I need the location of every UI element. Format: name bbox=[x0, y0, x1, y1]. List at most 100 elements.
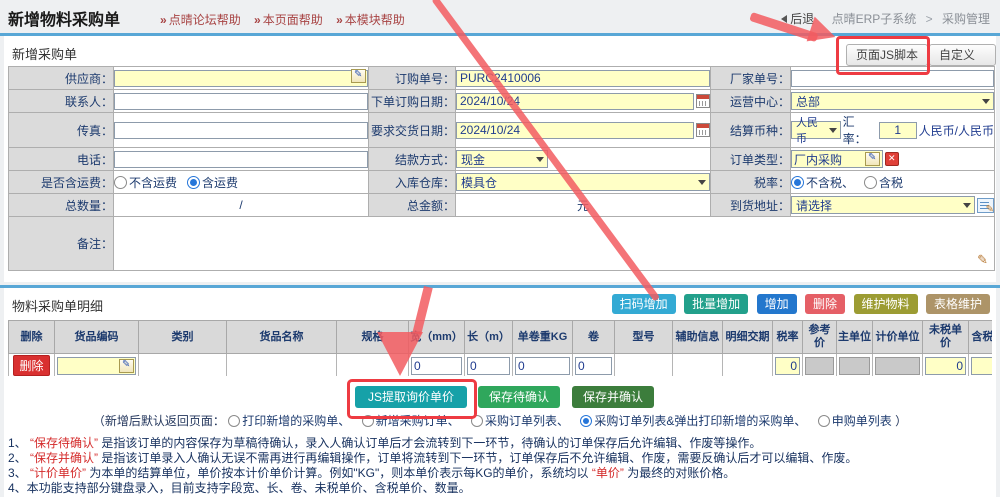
chevron-down-icon bbox=[982, 99, 990, 104]
breadcrumb: 后退 点晴ERP子系统 > 采购管理 bbox=[781, 10, 990, 27]
chevrons-icon: » bbox=[160, 13, 167, 27]
lookup-icon[interactable] bbox=[119, 359, 134, 373]
warehouse-select[interactable]: 模具仓 bbox=[456, 173, 710, 191]
lookup-icon[interactable] bbox=[351, 69, 366, 83]
detail-table-wrap: 删除 货品编码 类别 货品名称 规格 宽（mm） 长（m） 单卷重KG 卷 型号… bbox=[8, 320, 992, 376]
col-rolls: 卷 bbox=[573, 321, 615, 354]
order-date-label: 下单订购日期： bbox=[369, 90, 456, 113]
save-pending-button[interactable]: 保存待确认 bbox=[478, 386, 560, 408]
header: 新增物料采购单 »点晴论坛帮助 »本页面帮助 »本模块帮助 后退 点晴ERP子系… bbox=[0, 0, 1000, 33]
remark-textarea[interactable] bbox=[114, 218, 994, 266]
fax-label: 传真： bbox=[9, 113, 114, 148]
roll-weight-input[interactable] bbox=[515, 357, 570, 375]
lookup-icon[interactable] bbox=[865, 152, 880, 166]
col-ref-price: 参考价 bbox=[803, 321, 837, 354]
table-maintain-button[interactable]: 表格维护 bbox=[926, 294, 990, 314]
total-qty-value: / bbox=[114, 198, 368, 212]
untaxed-price-input[interactable] bbox=[925, 357, 966, 375]
op-center-label: 运营中心： bbox=[711, 90, 791, 113]
address-select[interactable]: 请选择 bbox=[791, 196, 975, 214]
width-input[interactable] bbox=[411, 357, 462, 375]
row-delete-button[interactable]: 删除 bbox=[13, 355, 49, 376]
js-extract-price-button[interactable]: JS提取询价单价 bbox=[355, 386, 467, 408]
currency-label: 结算币种： bbox=[711, 113, 791, 148]
custom-form-button[interactable]: 自定义表单 bbox=[929, 44, 996, 66]
freight-radio-include[interactable] bbox=[187, 176, 200, 189]
return-suffix: ） bbox=[895, 414, 907, 428]
total-qty-label: 总数量： bbox=[9, 194, 114, 217]
footnotes: 1、 “保存待确认” 是指该订单的内容保存为草稿待确认，录入人确认订单后才会流转… bbox=[8, 436, 857, 496]
add-button[interactable]: 增加 bbox=[757, 294, 797, 314]
tax-rate-input[interactable] bbox=[775, 357, 800, 375]
item-name-cell bbox=[227, 354, 337, 377]
taxed-price-input[interactable] bbox=[971, 357, 992, 375]
form-row-4: 电话： 结款方式： 现金 订单类型： 厂内采购 bbox=[9, 148, 995, 171]
form-row-2: 联系人： 下单订购日期： 运营中心： 总部 bbox=[9, 90, 995, 113]
rate-input[interactable] bbox=[879, 122, 917, 139]
tax-radio-include[interactable] bbox=[864, 176, 877, 189]
breadcrumb-system[interactable]: 点晴ERP子系统 bbox=[832, 12, 917, 26]
calendar-icon[interactable] bbox=[696, 123, 710, 137]
help-link-page[interactable]: 本页面帮助 bbox=[263, 13, 323, 27]
contact-label: 联系人： bbox=[9, 90, 114, 113]
page-js-script-button[interactable]: 页面JS脚本 bbox=[846, 44, 928, 66]
detail-toolbar: 扫码增加 批量增加 增加 删除 维护物料 表格维护 bbox=[608, 294, 990, 314]
rolls-input[interactable] bbox=[575, 357, 612, 375]
maintain-material-button[interactable]: 维护物料 bbox=[854, 294, 918, 314]
return-radio-order-list[interactable] bbox=[471, 415, 483, 427]
detail-table: 删除 货品编码 类别 货品名称 规格 宽（mm） 长（m） 单卷重KG 卷 型号… bbox=[8, 320, 992, 376]
contact-input[interactable] bbox=[114, 93, 368, 110]
op-center-select[interactable]: 总部 bbox=[791, 92, 994, 110]
pencil-icon[interactable]: ✎ bbox=[977, 252, 988, 268]
payment-label: 结款方式： bbox=[369, 148, 456, 171]
back-button[interactable]: 后退 bbox=[781, 12, 814, 26]
form-row-remark: 备注： ✎ bbox=[9, 217, 995, 271]
order-form-panel: 新增采购单 页面JS脚本 自定义表单 供应商： 订购单号： 厂家单号： 联系人：… bbox=[4, 36, 996, 282]
calendar-icon[interactable] bbox=[696, 94, 710, 108]
delivery-date-label: 要求交货日期： bbox=[369, 113, 456, 148]
help-link-forum[interactable]: 点晴论坛帮助 bbox=[169, 13, 241, 27]
footnote-4: 4、本功能支持部分键盘录入，目前支持字段宽、长、卷、未税单价、含税单价、数量。 bbox=[8, 481, 857, 496]
form-row-3: 传真： 要求交货日期： 结算币种： 人民币 汇率： 人民币/人民币 bbox=[9, 113, 995, 148]
col-item-name: 货品名称 bbox=[227, 321, 337, 354]
order-no-label: 订购单号： bbox=[369, 67, 456, 90]
currency-select[interactable]: 人民币 bbox=[791, 121, 841, 139]
back-arrow-icon bbox=[781, 15, 787, 23]
category-cell bbox=[139, 354, 227, 377]
factory-no-input[interactable] bbox=[791, 70, 994, 87]
payment-select[interactable]: 现金 bbox=[456, 150, 548, 168]
help-link-module[interactable]: 本模块帮助 bbox=[345, 13, 405, 27]
return-radio-list-and-print[interactable] bbox=[580, 415, 592, 427]
pricing-unit-cell bbox=[875, 357, 920, 375]
return-radio-print[interactable] bbox=[228, 415, 240, 427]
tax-radio-exclude[interactable] bbox=[791, 176, 804, 189]
col-taxed-price: 含税单价 bbox=[969, 321, 993, 354]
return-radio-new-order[interactable] bbox=[362, 415, 374, 427]
col-spec: 规格 bbox=[337, 321, 409, 354]
col-pricing-unit: 计价单位 bbox=[873, 321, 923, 354]
batch-add-button[interactable]: 批量增加 bbox=[684, 294, 748, 314]
fax-input[interactable] bbox=[114, 122, 368, 139]
remark-label: 备注： bbox=[9, 217, 114, 271]
phone-input[interactable] bbox=[114, 151, 368, 168]
breadcrumb-module[interactable]: 采购管理 bbox=[942, 12, 990, 26]
scan-add-button[interactable]: 扫码增加 bbox=[612, 294, 676, 314]
freight-radio-exclude[interactable] bbox=[114, 176, 127, 189]
return-radio-request-list[interactable] bbox=[818, 415, 830, 427]
delete-button[interactable]: 删除 bbox=[805, 294, 845, 314]
col-roll-weight: 单卷重KG bbox=[513, 321, 573, 354]
save-confirm-button[interactable]: 保存并确认 bbox=[572, 386, 654, 408]
length-input[interactable] bbox=[467, 357, 510, 375]
form-row-1: 供应商： 订购单号： 厂家单号： bbox=[9, 67, 995, 90]
edit-address-icon[interactable] bbox=[977, 198, 994, 213]
footnote-2: 2、 “保存并确认” 是指该订单录入人确认无误不需再进行再编辑操作，订单将流转到… bbox=[8, 451, 857, 466]
order-no-input[interactable] bbox=[456, 70, 710, 87]
detail-delivery-cell bbox=[723, 354, 773, 377]
rate-label: 汇率： bbox=[843, 113, 877, 147]
chevron-down-icon bbox=[829, 128, 837, 133]
supplier-input[interactable] bbox=[114, 70, 368, 87]
main-unit-cell bbox=[839, 357, 870, 375]
delivery-date-input[interactable] bbox=[456, 122, 694, 139]
order-date-input[interactable] bbox=[456, 93, 694, 110]
clear-icon[interactable] bbox=[885, 152, 899, 166]
